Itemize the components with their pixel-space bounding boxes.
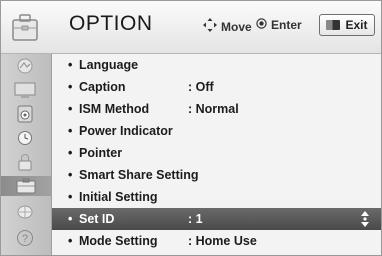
menu-item-caption[interactable]: • Caption : Off xyxy=(52,76,381,98)
enter-hint-label: Enter xyxy=(271,18,302,32)
menu-item-smart-share-setting[interactable]: • Smart Share Setting xyxy=(52,164,381,186)
category-sidebar: ? xyxy=(1,54,52,255)
menu-item-label: Initial Setting xyxy=(79,190,158,204)
menu-item-set-id[interactable]: • Set ID : 1 xyxy=(52,208,381,230)
enter-hint: Enter xyxy=(256,18,302,32)
menu-item-label: Pointer xyxy=(79,146,123,160)
help-icon[interactable]: ? xyxy=(8,228,42,248)
page-title: OPTION xyxy=(69,12,153,35)
menu-item-label: Smart Share Setting xyxy=(79,168,199,182)
menu-item-power-indicator[interactable]: • Power Indicator xyxy=(52,120,381,142)
bullet: • xyxy=(68,212,73,226)
menu-item-label: ISM Method xyxy=(79,102,150,116)
menu-item-language[interactable]: • Language xyxy=(52,54,381,76)
menu-item-value: : Off xyxy=(188,80,214,94)
bullet: • xyxy=(68,146,73,160)
bullet: • xyxy=(68,190,73,204)
bullet: • xyxy=(68,168,73,182)
menu-item-ism-method[interactable]: • ISM Method : Normal xyxy=(52,98,381,120)
bullet: • xyxy=(68,124,73,138)
lock-icon[interactable] xyxy=(8,152,42,172)
menu-header: OPTION Move Enter Exit xyxy=(1,1,381,54)
move-hint: Move xyxy=(203,18,252,35)
menu-item-label: Power Indicator xyxy=(79,124,173,138)
bullet: • xyxy=(68,234,73,248)
menu-item-value: : Home Use xyxy=(188,234,257,248)
menu-item-value: : Normal xyxy=(188,102,239,116)
menu-item-value: : 1 xyxy=(188,212,203,226)
four-way-arrow-icon xyxy=(203,18,217,35)
bullet: • xyxy=(68,102,73,116)
svg-text:?: ? xyxy=(22,233,28,245)
audio-screen-icon[interactable] xyxy=(8,80,42,100)
exit-button-label: Exit xyxy=(345,18,368,32)
menu-item-initial-setting[interactable]: • Initial Setting xyxy=(52,186,381,208)
option-icon[interactable] xyxy=(1,176,51,196)
menu-item-pointer[interactable]: • Pointer xyxy=(52,142,381,164)
menu-item-label: Caption xyxy=(79,80,126,94)
menu-item-label: Mode Setting xyxy=(79,234,158,248)
option-menu-list: • Language • Caption : Off • ISM Method … xyxy=(52,54,381,255)
network-globe-icon[interactable] xyxy=(8,202,42,222)
tv-menu-screen: OPTION Move Enter Exit ? • Language • Ca… xyxy=(0,0,382,256)
exit-icon xyxy=(326,20,341,30)
bullet: • xyxy=(68,58,73,72)
picture-icon[interactable] xyxy=(8,56,42,76)
move-hint-label: Move xyxy=(221,19,252,34)
option-suitcase-icon xyxy=(6,7,44,47)
exit-button[interactable]: Exit xyxy=(319,14,375,36)
ok-button-icon xyxy=(256,18,267,32)
menu-item-label: Set ID xyxy=(79,212,115,226)
speaker-icon[interactable] xyxy=(8,104,42,124)
menu-item-mode-setting[interactable]: • Mode Setting : Home Use xyxy=(52,230,381,252)
menu-item-label: Language xyxy=(79,58,139,72)
clock-icon[interactable] xyxy=(8,128,42,148)
up-down-arrow-icon[interactable] xyxy=(359,211,371,227)
bullet: • xyxy=(68,80,73,94)
